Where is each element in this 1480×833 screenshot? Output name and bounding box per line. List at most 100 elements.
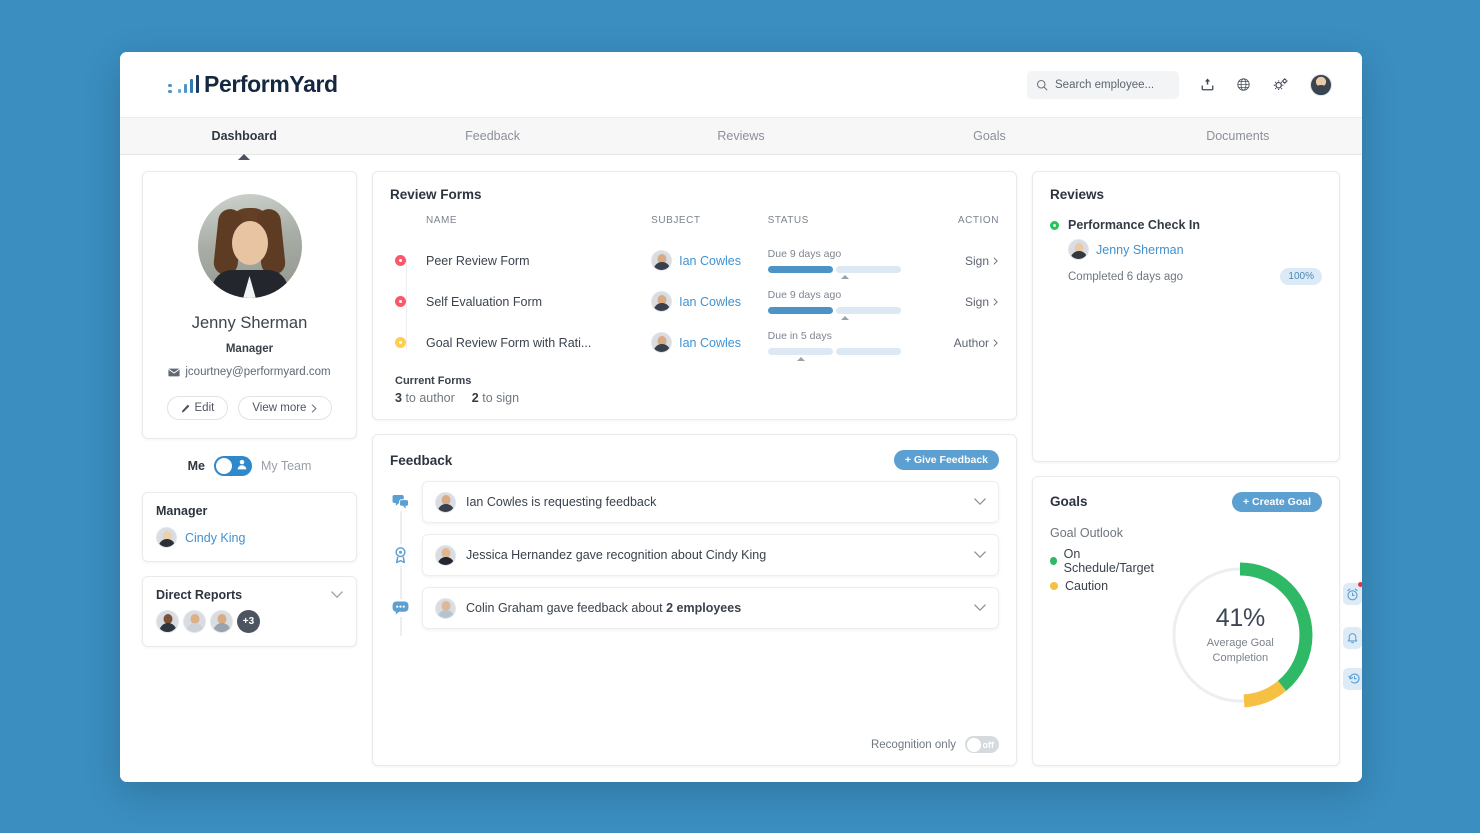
subject-name[interactable]: Ian Cowles xyxy=(679,295,741,309)
edit-profile-button[interactable]: Edit xyxy=(166,396,229,420)
logo-bars-icon xyxy=(177,75,199,93)
due-text: Due 9 days ago xyxy=(767,248,842,260)
feedback-item-box[interactable]: Jessica Hernandez gave recognition about… xyxy=(422,534,999,576)
cell-action: Sign xyxy=(940,281,999,322)
settings-gears-icon[interactable] xyxy=(1272,77,1289,92)
form-name: Peer Review Form xyxy=(426,253,530,268)
tab-dashboard[interactable]: Dashboard xyxy=(120,118,368,154)
search-input[interactable]: Search employee... xyxy=(1027,70,1179,99)
app-logo[interactable]: PerformYard xyxy=(168,71,338,98)
review-item-footer: Completed 6 days ago 100% xyxy=(1068,268,1322,285)
feedback-item-box[interactable]: Ian Cowles is requesting feedback xyxy=(422,481,999,523)
status-badge: 100% xyxy=(1280,268,1322,285)
me-myteam-toggle[interactable]: Me My Team xyxy=(142,453,357,478)
team-switch[interactable] xyxy=(213,456,252,476)
stat-overdue[interactable]: 0 overdue xyxy=(1343,580,1362,609)
column-header-status: STATUS xyxy=(767,215,809,226)
feedback-text-plain: Colin Graham gave feedback about xyxy=(466,601,667,615)
tab-documents-label: Documents xyxy=(1206,129,1270,143)
to-sign-count: 2 xyxy=(471,391,479,405)
tab-feedback[interactable]: Feedback xyxy=(368,118,616,154)
table-row[interactable]: Self Evaluation Form Ian Cowles Due 9 da… xyxy=(390,281,999,322)
recognition-only-toggle[interactable]: off xyxy=(965,736,999,753)
toggle-label-myteam: My Team xyxy=(260,459,312,473)
subject-avatar xyxy=(651,250,673,271)
history-clock-icon xyxy=(1343,667,1362,690)
list-item[interactable]: Jessica Hernandez gave recognition about… xyxy=(390,534,999,576)
feedback-avatar xyxy=(435,491,456,513)
cell-status: Due 9 days ago xyxy=(767,240,941,281)
top-bar-actions: Search employee... xyxy=(1027,70,1332,99)
report-avatar[interactable] xyxy=(210,610,233,633)
profile-photo xyxy=(197,194,302,298)
chevron-down-icon[interactable] xyxy=(974,493,986,511)
profile-role: Manager xyxy=(225,343,274,355)
report-avatar[interactable] xyxy=(156,610,179,633)
chevron-down-icon[interactable] xyxy=(974,546,986,564)
direct-reports-header[interactable]: Direct Reports xyxy=(156,588,343,602)
create-goal-button[interactable]: + Create Goal xyxy=(1232,491,1322,512)
list-item[interactable]: Performance Check In Jenny Sherman Compl… xyxy=(1050,218,1322,285)
column-header-action: ACTION xyxy=(957,215,999,226)
reviews-card: Reviews Performance Check In Jenny Sherm… xyxy=(1032,171,1340,462)
give-feedback-button[interactable]: + Give Feedback xyxy=(893,450,999,470)
list-item[interactable]: Ian Cowles is requesting feedback xyxy=(390,481,999,523)
subject-name[interactable]: Ian Cowles xyxy=(679,254,741,268)
manager-avatar xyxy=(156,527,177,548)
chevron-right-icon xyxy=(993,257,998,264)
cell-name: Self Evaluation Form xyxy=(390,281,651,322)
cell-status: Due 9 days ago xyxy=(767,281,941,322)
chevron-down-icon[interactable] xyxy=(974,599,986,617)
donut-center-label: 41% Average Goal Completion xyxy=(1161,556,1319,714)
upload-icon[interactable] xyxy=(1200,77,1215,92)
app-window: PerformYard Search employee... Dashboard… xyxy=(120,52,1362,782)
goals-title: Goals xyxy=(1050,494,1088,509)
table-row[interactable]: Peer Review Form Ian Cowles Due 9 days a… xyxy=(390,240,999,281)
feedback-item-box[interactable]: Colin Graham gave feedback about 2 emplo… xyxy=(422,587,999,629)
right-column: Reviews Performance Check In Jenny Sherm… xyxy=(1032,171,1362,766)
feedback-text-bold: 2 employees xyxy=(666,601,742,615)
tab-goals[interactable]: Goals xyxy=(865,118,1113,154)
progress-track xyxy=(835,307,901,314)
view-more-button[interactable]: View more xyxy=(238,396,333,420)
middle-column: Review Forms NAME SUBJECT STATUS ACTION xyxy=(372,171,1017,766)
review-forms-table: NAME SUBJECT STATUS ACTION Peer Review F… xyxy=(390,215,999,363)
progress-marker xyxy=(840,316,849,320)
feedback-list: Ian Cowles is requesting feedback Jessic… xyxy=(390,481,999,640)
due-text: Due in 5 days xyxy=(767,330,832,342)
direct-reports-title: Direct Reports xyxy=(156,588,243,602)
globe-icon[interactable] xyxy=(1236,77,1251,92)
chevron-down-icon[interactable] xyxy=(331,591,343,599)
review-person-name[interactable]: Jenny Sherman xyxy=(1096,243,1184,257)
tab-reviews[interactable]: Reviews xyxy=(617,118,865,154)
action-link[interactable]: Sign xyxy=(965,295,999,309)
subject-name[interactable]: Ian Cowles xyxy=(679,336,741,350)
cell-subject: Ian Cowles xyxy=(651,281,768,322)
legend-item-caution: Caution xyxy=(1050,579,1155,593)
current-forms-title: Current Forms xyxy=(395,375,472,387)
search-icon xyxy=(1036,79,1048,90)
report-avatar[interactable] xyxy=(183,610,206,633)
feedback-text: Colin Graham gave feedback about 2 emplo… xyxy=(466,601,741,615)
left-column: Jenny Sherman Manager jcourtney@performy… xyxy=(142,171,357,766)
legend-swatch-yellow xyxy=(1050,581,1058,590)
user-avatar[interactable] xyxy=(1310,73,1332,96)
table-row[interactable]: Goal Review Form with Rati... Ian Cowles xyxy=(390,322,999,363)
feedback-text: Ian Cowles is requesting feedback xyxy=(466,495,657,509)
top-bar: PerformYard Search employee... xyxy=(120,52,1362,117)
list-item[interactable]: Colin Graham gave feedback about 2 emplo… xyxy=(390,587,999,629)
report-overflow-badge[interactable]: +3 xyxy=(237,610,260,633)
review-item-title: Performance Check In xyxy=(1068,218,1200,232)
review-item-person[interactable]: Jenny Sherman xyxy=(1068,239,1322,260)
tab-documents[interactable]: Documents xyxy=(1114,118,1362,154)
legend-item-on-schedule: On Schedule/Target xyxy=(1050,547,1155,575)
column-header-subject: SUBJECT xyxy=(651,215,701,226)
chevron-right-icon xyxy=(993,339,998,346)
stat-updates[interactable]: 0 updates xyxy=(1343,624,1362,653)
action-link[interactable]: Author xyxy=(954,336,999,350)
action-link[interactable]: Sign xyxy=(965,254,999,268)
manager-name[interactable]: Cindy King xyxy=(185,531,245,545)
cell-name: Goal Review Form with Rati... xyxy=(390,322,651,363)
stat-active[interactable]: 4 active xyxy=(1343,667,1362,690)
manager-row[interactable]: Cindy King xyxy=(156,527,343,548)
